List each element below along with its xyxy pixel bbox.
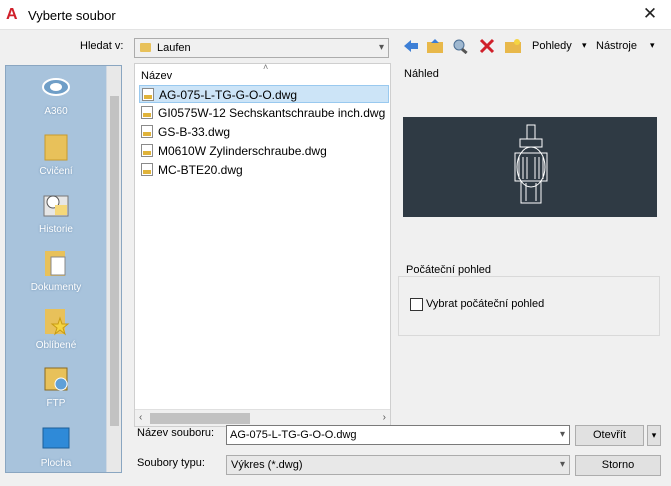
place-historie[interactable]: Historie [6, 190, 106, 235]
place-label: FTP [46, 398, 66, 409]
close-button[interactable]: ✕ [641, 5, 659, 23]
ftp-icon [41, 364, 71, 394]
place-ftp[interactable]: FTP [6, 364, 106, 409]
up-folder-button[interactable] [426, 38, 446, 58]
file-name: AG-075-L-TG-G-O-O.dwg [159, 88, 298, 102]
sort-ascending-icon: ˄ [263, 62, 269, 72]
places-bar: A360 Cvičení Historie Dokumenty Oblíbené [5, 65, 122, 473]
select-initial-view-checkbox[interactable] [410, 298, 423, 311]
new-folder-icon [505, 39, 521, 53]
chevron-down-icon: ▾ [378, 42, 384, 53]
favorites-icon [41, 306, 71, 336]
chevron-down-icon[interactable]: ▾ [560, 429, 565, 440]
dwg-file-icon [141, 144, 153, 157]
scroll-left-icon[interactable]: ‹ [139, 412, 142, 423]
dwg-file-icon [141, 106, 153, 119]
views-dropdown-arrow-icon[interactable]: ▾ [582, 40, 587, 51]
folder-icon [140, 43, 151, 52]
documents-icon [41, 248, 71, 278]
chevron-down-icon[interactable]: ▾ [560, 459, 565, 470]
filename-input[interactable]: AG-075-L-TG-G-O-O.dwg ▾ [226, 425, 570, 445]
file-list: ˄ Název AG-075-L-TG-G-O-O.dwg GI0575W-12… [134, 62, 391, 427]
place-dokumenty[interactable]: Dokumenty [6, 248, 106, 293]
place-oblibene[interactable]: Oblíbené [6, 306, 106, 351]
file-name: GI0575W-12 Sechskantschraube inch.dwg [158, 106, 386, 120]
file-row[interactable]: GI0575W-12 Sechskantschraube inch.dwg [139, 104, 389, 122]
place-cviceni[interactable]: Cvičení [6, 132, 106, 177]
file-dialog: Hledat v: Laufen ▾ Pohledy ▾ Nástroje ▾ … [0, 30, 671, 486]
lookin-dropdown[interactable]: Laufen ▾ [134, 38, 389, 58]
history-icon [41, 190, 71, 220]
place-label: A360 [44, 106, 68, 117]
place-label: Oblíbené [35, 340, 77, 351]
scroll-right-icon[interactable]: › [383, 412, 386, 423]
place-plocha[interactable]: Plocha [6, 424, 106, 469]
scrollbar-thumb[interactable] [150, 413, 250, 424]
back-button[interactable] [402, 38, 422, 58]
a360-icon [41, 72, 71, 102]
file-row[interactable]: AG-075-L-TG-G-O-O.dwg [139, 85, 389, 103]
title-bar: A Vyberte soubor ✕ [0, 0, 671, 30]
place-a360[interactable]: A360 [6, 72, 106, 117]
filetype-label: Soubory typu: [137, 457, 205, 469]
initial-view-title: Počáteční pohled [404, 264, 494, 276]
open-options-button[interactable]: ▾ [647, 425, 661, 446]
lookin-value: Laufen [157, 42, 191, 54]
file-row[interactable]: MC-BTE20.dwg [139, 161, 389, 179]
search-web-icon [453, 39, 468, 55]
lookin-label: Hledat v: [80, 40, 124, 52]
filename-label: Název souboru: [137, 427, 215, 439]
horizontal-scrollbar[interactable]: ‹ › [135, 409, 390, 426]
drawing-preview [514, 124, 548, 204]
desktop-icon [41, 424, 71, 454]
new-folder-button[interactable] [504, 38, 524, 58]
place-label: Cvičení [39, 166, 73, 177]
tools-dropdown-arrow-icon[interactable]: ▾ [650, 40, 655, 51]
filetype-value: Výkres (*.dwg) [231, 459, 303, 471]
preview-image [403, 117, 657, 217]
tools-menu[interactable]: Nástroje [596, 40, 637, 52]
file-name: MC-BTE20.dwg [158, 163, 243, 177]
search-web-button[interactable] [452, 38, 472, 58]
dwg-file-icon [141, 125, 153, 138]
up-folder-icon [427, 39, 443, 53]
preview-label: Náhled [404, 68, 439, 80]
file-name: M0610W Zylinderschraube.dwg [158, 144, 327, 158]
views-menu[interactable]: Pohledy [532, 40, 572, 52]
column-header-name[interactable]: Název [141, 70, 172, 82]
scrollbar-thumb[interactable] [110, 96, 119, 426]
select-initial-view-label[interactable]: Vybrat počáteční pohled [426, 298, 544, 310]
file-row[interactable]: M0610W Zylinderschraube.dwg [139, 142, 389, 160]
place-label: Dokumenty [30, 282, 82, 293]
autocad-logo-icon: A [6, 6, 18, 23]
dwg-file-icon [141, 163, 153, 176]
file-row[interactable]: GS-B-33.dwg [139, 123, 389, 141]
open-button[interactable]: Otevřít [575, 425, 644, 446]
delete-button[interactable] [478, 38, 498, 58]
folder-icon [41, 132, 71, 162]
places-scrollbar[interactable] [106, 66, 121, 472]
filetype-select[interactable]: Výkres (*.dwg) ▾ [226, 455, 570, 475]
cancel-button[interactable]: Storno [575, 455, 661, 476]
filename-value: AG-075-L-TG-G-O-O.dwg [230, 429, 357, 441]
dwg-file-icon [142, 88, 154, 101]
window-title: Vyberte soubor [28, 8, 116, 23]
place-label: Historie [39, 224, 73, 235]
place-label: Plocha [40, 458, 72, 469]
file-name: GS-B-33.dwg [158, 125, 231, 139]
delete-icon [479, 38, 495, 54]
back-arrow-icon [404, 40, 418, 52]
